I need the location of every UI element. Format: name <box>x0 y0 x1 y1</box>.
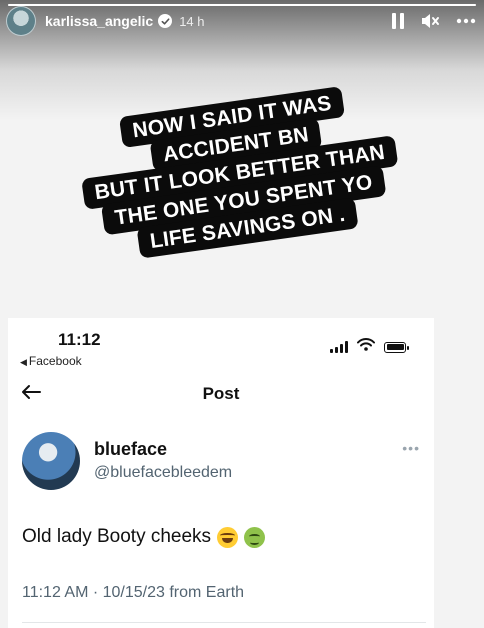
story-caption: NOW I SAID IT WAS ACCIDENT BN BUT IT LOO… <box>52 80 428 269</box>
divider <box>22 622 426 623</box>
tweet-body: Old lady Booty cheeks <box>22 526 212 547</box>
tweet-timestamp: 11:12 AM · 10/15/23 from Earth <box>22 584 245 601</box>
wifi-icon <box>357 338 375 356</box>
tears-of-joy-emoji-icon <box>217 526 239 548</box>
story-time-ago: 14 h <box>179 13 205 29</box>
post-nav-title: Post <box>202 384 240 403</box>
more-options-icon[interactable] <box>456 18 476 24</box>
avatar[interactable] <box>6 6 36 36</box>
cellular-signal-icon <box>330 341 348 353</box>
tweet-more-icon: ••• <box>402 440 420 456</box>
battery-icon <box>384 341 409 353</box>
nauseated-emoji-icon <box>244 526 266 548</box>
tweet-screenshot: 11:12 ◀Facebook Post blueface @blueface <box>8 318 434 628</box>
story-username[interactable]: karlissa_angelic <box>45 13 153 29</box>
story-viewer: karlissa_angelic 14 h NOW I SAID IT WAS … <box>0 0 484 628</box>
author-avatar <box>22 432 80 490</box>
tweet-text: Old lady Booty cheeks <box>22 526 266 548</box>
story-header: karlissa_angelic 14 h <box>6 6 476 36</box>
back-triangle-icon: ◀ <box>20 357 27 367</box>
back-to-app-link: ◀ Facebook <box>20 354 82 368</box>
author-name: blueface <box>94 439 168 459</box>
back-app-label: Facebook <box>28 354 82 368</box>
author-handle: @bluefacebleedem <box>94 464 233 481</box>
verified-badge-icon <box>158 14 173 28</box>
status-bar-time: 11:12 <box>58 330 101 349</box>
pause-icon[interactable] <box>392 13 404 29</box>
status-icons <box>330 338 409 356</box>
mute-icon[interactable] <box>420 12 440 30</box>
